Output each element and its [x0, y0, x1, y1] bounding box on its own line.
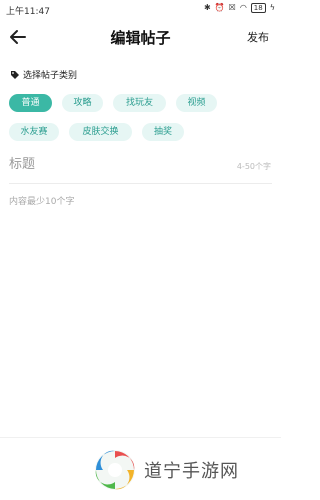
status-icons: ✱ ⏰ ☒ ◠ 18 ϟ: [204, 3, 275, 13]
alarm-icon: ⏰: [214, 3, 225, 12]
page-title: 编辑帖子: [110, 29, 171, 47]
chip-find-friends[interactable]: 找玩友: [113, 94, 166, 112]
divider: [9, 183, 272, 184]
watermark: 道宁手游网: [92, 447, 239, 493]
bottom-divider: [0, 437, 281, 438]
header: 编辑帖子 发布: [0, 22, 281, 52]
bluetooth-icon: ✱: [203, 3, 211, 12]
battery-icon: 18: [250, 3, 266, 13]
title-input[interactable]: [9, 154, 209, 174]
status-bar: 上午11:47 ✱ ⏰ ☒ ◠ 18 ϟ: [0, 0, 281, 20]
category-label-text: 选择帖子类别: [23, 71, 78, 81]
chip-normal[interactable]: 普通: [9, 94, 52, 112]
chip-guide[interactable]: 攻略: [62, 94, 103, 112]
chip-fan-match[interactable]: 水友赛: [9, 123, 59, 141]
watermark-text: 道宁手游网: [144, 461, 239, 482]
chip-video[interactable]: 视频: [176, 94, 217, 112]
title-counter: 4-50个字: [236, 162, 271, 171]
charging-icon: ϟ: [269, 3, 275, 12]
swirl-logo-icon: [95, 450, 135, 490]
chip-lottery[interactable]: 抽奖: [142, 123, 184, 141]
content-input[interactable]: [9, 194, 271, 424]
category-label: 选择帖子类别: [10, 68, 77, 81]
status-time: 上午11:47: [6, 7, 50, 17]
sim-card-icon: ☒: [228, 3, 236, 12]
wifi-icon: ◠: [239, 3, 247, 12]
chip-skin-exchange[interactable]: 皮肤交换: [69, 123, 132, 141]
publish-button[interactable]: 发布: [247, 29, 269, 45]
tag-icon: [11, 70, 19, 79]
